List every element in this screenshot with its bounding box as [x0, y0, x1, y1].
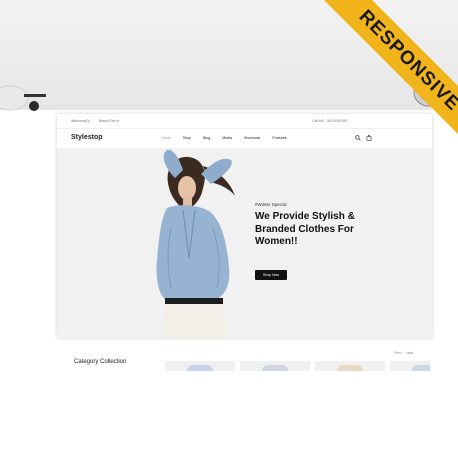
- pager-next-button[interactable]: Next: [406, 351, 413, 355]
- thumb-garment: [337, 365, 363, 371]
- search-icon[interactable]: [355, 135, 361, 141]
- hero-banner: #Winter Special We Provide Stylish & Bra…: [57, 148, 432, 338]
- nav-home[interactable]: Home: [161, 136, 171, 140]
- cart-icon[interactable]: [366, 135, 372, 141]
- main-nav: Home Shop Blog Media Shortcode Features: [161, 136, 287, 140]
- hero-tag: #Winter Special: [255, 202, 287, 207]
- topbar-welcome[interactable]: Welcome(0): [71, 119, 90, 123]
- site-logo[interactable]: Stylestop: [71, 134, 103, 141]
- category-thumb[interactable]: [165, 361, 235, 371]
- collection-pager: Prev Next: [394, 351, 413, 355]
- thumb-garment: [187, 365, 213, 371]
- thumb-garment: [412, 365, 430, 371]
- shop-now-button[interactable]: Shop Now: [255, 270, 287, 280]
- hero-title: We Provide Stylish & Branded Clothes For…: [255, 211, 355, 247]
- lamp-decoration: [0, 85, 46, 111]
- nav-shop[interactable]: Shop: [183, 136, 191, 140]
- category-thumb[interactable]: [240, 361, 310, 371]
- category-thumb[interactable]: [315, 361, 385, 371]
- category-collection-title: Category Collection: [74, 359, 127, 365]
- website-preview: Welcome(0) Brand Pink ▾ Call toll - 000 …: [57, 114, 432, 338]
- hero-model-image: [156, 149, 235, 338]
- nav-features[interactable]: Features: [272, 136, 286, 140]
- pager-prev-button[interactable]: Prev: [394, 351, 401, 355]
- top-bar: Welcome(0) Brand Pink ▾ Call toll - 000 …: [57, 114, 432, 129]
- category-thumb[interactable]: [390, 361, 430, 371]
- nav-blog[interactable]: Blog: [203, 136, 210, 140]
- site-header: Stylestop Home Shop Blog Media Shortcode…: [57, 128, 432, 149]
- topbar-brand[interactable]: Brand Pink ▾: [99, 119, 119, 123]
- nav-shortcode[interactable]: Shortcode: [244, 136, 260, 140]
- nav-media[interactable]: Media: [222, 136, 232, 140]
- thumb-garment: [262, 365, 288, 371]
- topbar-phone: Call toll - 000 0000 987: [312, 119, 348, 123]
